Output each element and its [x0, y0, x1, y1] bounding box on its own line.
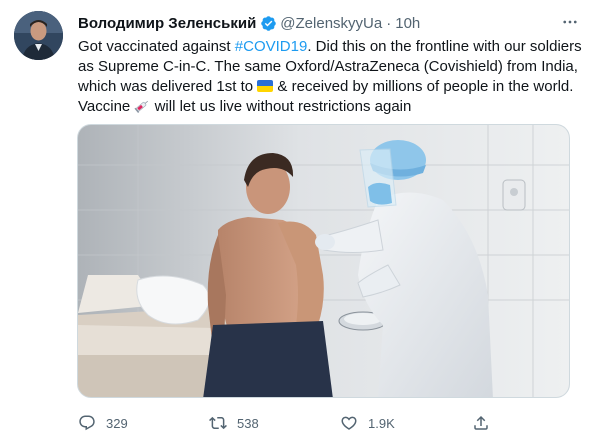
text-segment: & received by millions of people in the … — [273, 78, 574, 95]
reply-button[interactable]: 329 — [78, 412, 128, 434]
vaccination-photo — [78, 125, 569, 397]
like-button[interactable]: 1.9K — [340, 412, 395, 434]
tweet-text-line-4: Vaccine will let us live without restric… — [78, 97, 588, 117]
more-options-icon — [563, 20, 577, 24]
retweet-button[interactable]: 538 — [209, 412, 259, 434]
hashtag-link[interactable]: #COVID19 — [235, 38, 308, 55]
text-segment: Got vaccinated against — [78, 38, 235, 55]
more-options-button[interactable] — [558, 12, 582, 32]
tweet-text-line-1: Got vaccinated against #COVID19. Did thi… — [78, 37, 588, 57]
verified-badge-icon — [261, 15, 277, 31]
text-segment: which was delivered 1st to — [78, 78, 258, 95]
avatar-image — [14, 11, 63, 60]
tweet-action-bar: 329 538 1.9K — [78, 412, 578, 434]
tweet-text-line-3: which was delivered 1st to & received by… — [78, 77, 588, 97]
syringe-emoji — [134, 100, 149, 113]
tweet-timestamp[interactable]: 10h — [395, 15, 420, 32]
author-avatar[interactable] — [14, 11, 63, 60]
tweet-media-photo[interactable] — [77, 124, 570, 398]
tweet-text: Got vaccinated against #COVID19. Did thi… — [78, 37, 588, 117]
tweet-header: Володимир Зеленський @ZelenskyyUa · 10h — [78, 13, 420, 33]
ukraine-flag-emoji — [257, 80, 274, 92]
share-icon — [474, 415, 488, 430]
text-segment: . Did this on the frontline with our sol… — [307, 38, 582, 55]
like-icon — [341, 416, 357, 430]
author-display-name[interactable]: Володимир Зеленський — [78, 15, 256, 32]
share-button[interactable] — [472, 412, 500, 434]
like-count: 1.9K — [368, 415, 395, 431]
text-segment: Vaccine — [78, 98, 135, 115]
retweet-count: 538 — [237, 415, 259, 431]
tweet-text-line-2: as Supreme C-in-C. The same Oxford/Astra… — [78, 58, 578, 75]
tweet: Володимир Зеленський @ZelenskyyUa · 10h … — [0, 0, 600, 445]
reply-icon — [79, 415, 95, 431]
author-handle[interactable]: @ZelenskyyUa — [280, 15, 382, 32]
header-separator: · — [386, 14, 392, 32]
reply-count: 329 — [106, 415, 128, 431]
text-segment: will let us live without restrictions ag… — [150, 98, 412, 115]
retweet-icon — [209, 416, 227, 430]
